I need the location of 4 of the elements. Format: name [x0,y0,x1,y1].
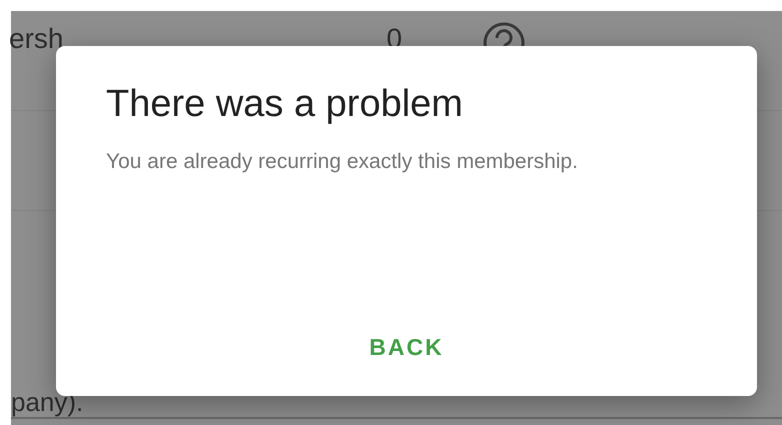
footer-text: pany). [11,389,84,415]
dialog-message: You are already recurring exactly this membership. [106,148,579,175]
dialog-title: There was a problem [106,82,464,127]
back-button[interactable]: BACK [357,326,456,368]
